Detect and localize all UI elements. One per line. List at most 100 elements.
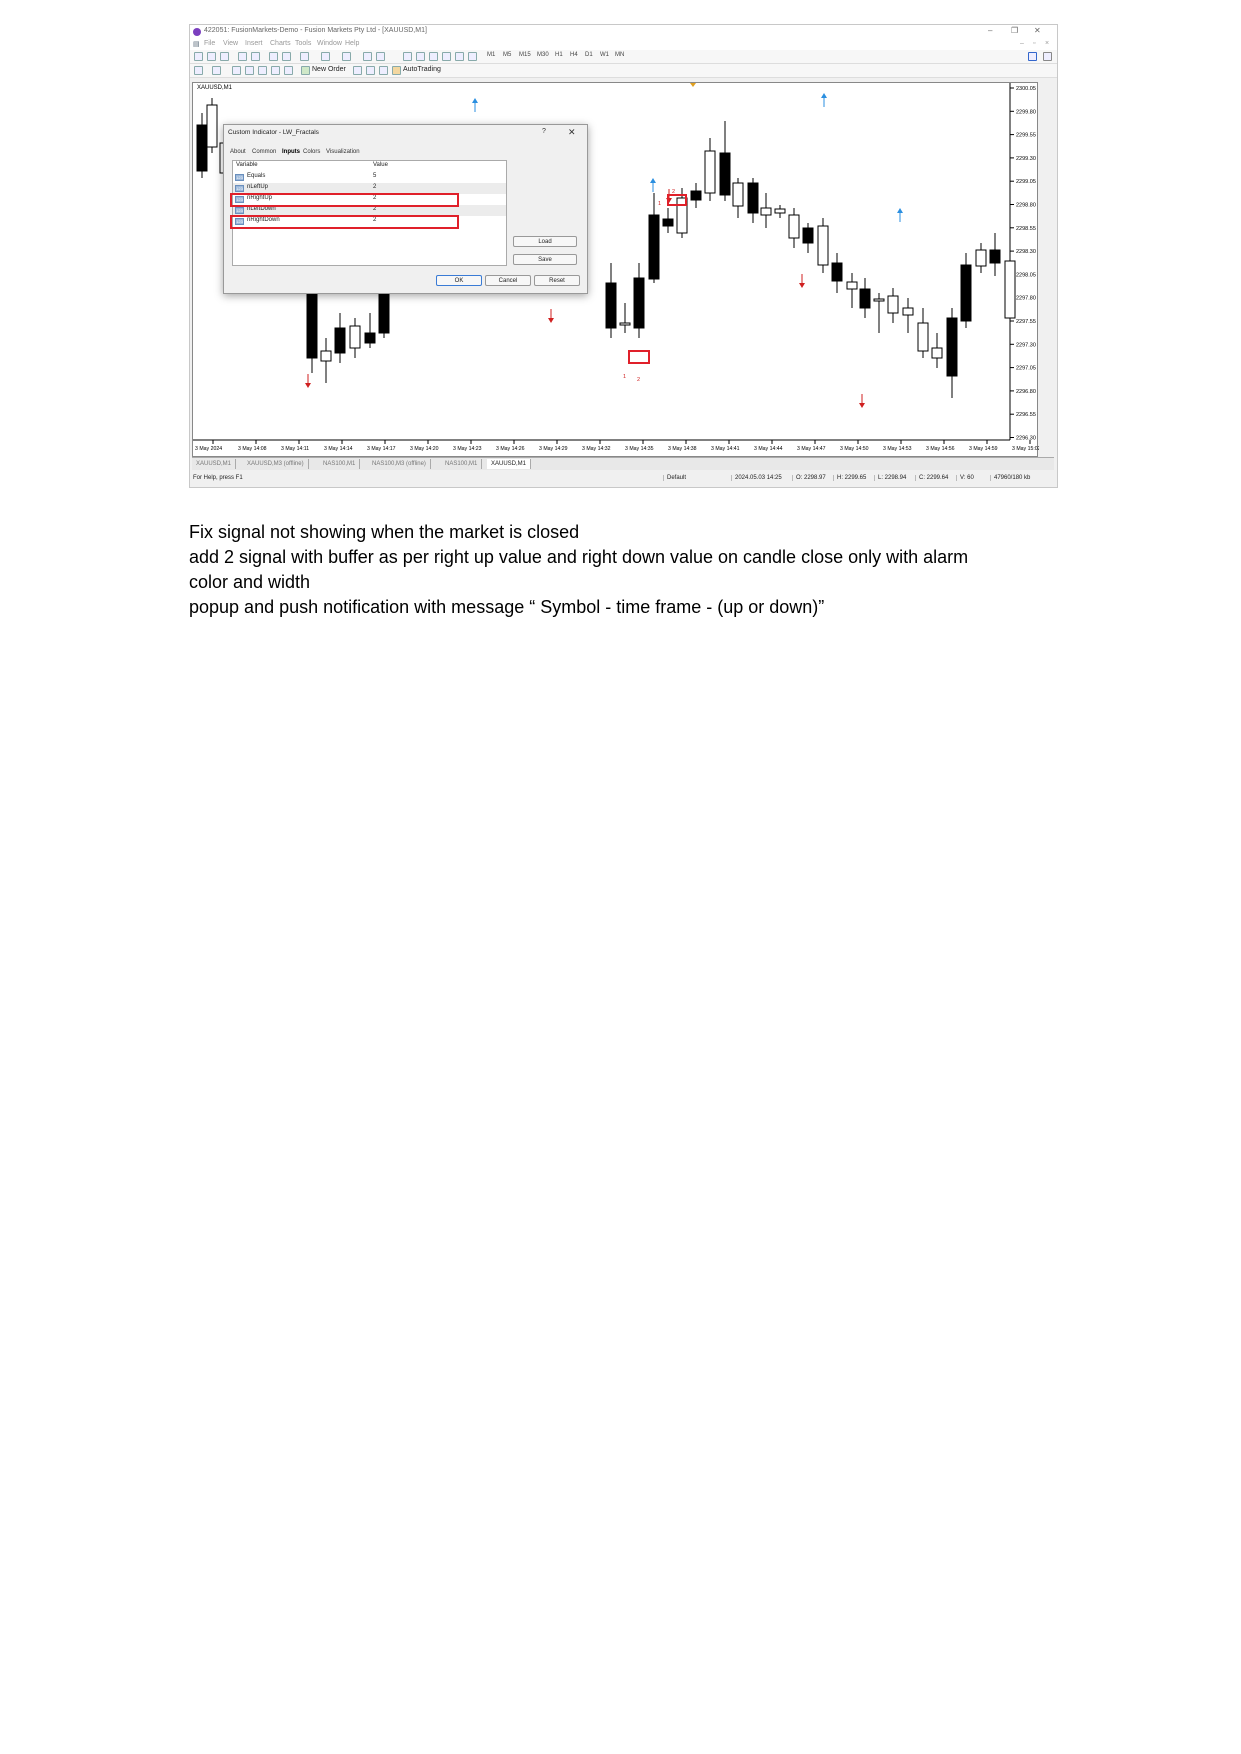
signals-icon[interactable] bbox=[366, 66, 375, 75]
tab-nas100-m1[interactable]: NAS100,M1 bbox=[319, 459, 361, 469]
row-value[interactable]: 2 bbox=[373, 184, 376, 190]
time-label: 3 May 14:20 bbox=[410, 446, 439, 452]
label-icon[interactable] bbox=[468, 52, 477, 61]
tab-xauusd-m1-active[interactable]: XAUUSD,M1 bbox=[487, 459, 532, 469]
tf-m30[interactable]: M30 bbox=[537, 52, 549, 58]
menu-help[interactable]: Help bbox=[345, 40, 359, 47]
menu-view[interactable]: View bbox=[223, 40, 238, 47]
dialog-title: Custom Indicator - LW_Fractals bbox=[228, 129, 319, 136]
fractal-number: 1 bbox=[685, 201, 688, 207]
text-icon[interactable] bbox=[455, 52, 464, 61]
tab-nas100-m3-offline[interactable]: NAS100,M3 (offline) bbox=[368, 459, 431, 469]
row-name: nLeftUp bbox=[247, 184, 269, 190]
cursor-icon[interactable] bbox=[363, 52, 372, 61]
trendline-icon[interactable] bbox=[416, 52, 425, 61]
autotrading-button[interactable]: AutoTrading bbox=[403, 66, 441, 73]
zoom-in-icon[interactable] bbox=[238, 52, 247, 61]
close-icon[interactable]: ✕ bbox=[1034, 26, 1041, 35]
tab-xauusd-m1[interactable]: XAUUSD,M1 bbox=[192, 459, 237, 469]
tf-m15[interactable]: M15 bbox=[519, 52, 531, 58]
indicators-icon[interactable] bbox=[300, 52, 309, 61]
time-label: 3 May 14:23 bbox=[453, 446, 482, 452]
tab-common[interactable]: Common bbox=[252, 149, 276, 155]
search-icon[interactable] bbox=[1028, 52, 1037, 61]
market-watch-icon[interactable] bbox=[232, 66, 241, 75]
minimize-icon[interactable]: – bbox=[988, 26, 992, 35]
candle-body bbox=[975, 249, 987, 267]
tab-xauusd-m3-offline[interactable]: XAUUSD,M3 (offline) bbox=[243, 459, 309, 469]
terminal-icon[interactable] bbox=[271, 66, 280, 75]
menu-tools[interactable]: Tools bbox=[295, 40, 311, 47]
load-button[interactable]: Load bbox=[513, 236, 577, 247]
candle-body bbox=[719, 152, 731, 196]
time-label: 3 May 14:38 bbox=[668, 446, 697, 452]
profiles-icon[interactable] bbox=[212, 66, 221, 75]
tf-d1[interactable]: D1 bbox=[585, 52, 593, 58]
integer-icon: 123 bbox=[235, 185, 244, 192]
grid-row[interactable]: 123 Equals 5 bbox=[233, 172, 506, 183]
periods-icon[interactable] bbox=[321, 52, 330, 61]
data-window-icon[interactable] bbox=[245, 66, 254, 75]
tab-inputs[interactable]: Inputs bbox=[282, 149, 300, 155]
mdi-close-icon[interactable]: × bbox=[1045, 40, 1049, 47]
line-chart-icon[interactable] bbox=[220, 52, 229, 61]
channel-icon[interactable] bbox=[429, 52, 438, 61]
save-button[interactable]: Save bbox=[513, 254, 577, 265]
menu-window[interactable]: Window bbox=[317, 40, 342, 47]
time-label: 3 May 14:59 bbox=[969, 446, 998, 452]
autotrading-icon[interactable] bbox=[392, 66, 401, 75]
metaeditor-icon[interactable] bbox=[353, 66, 362, 75]
fibo-icon[interactable] bbox=[442, 52, 451, 61]
cancel-button[interactable]: Cancel bbox=[485, 275, 531, 286]
candle-body bbox=[605, 282, 617, 329]
tab-visualization[interactable]: Visualization bbox=[326, 149, 360, 155]
tf-h1[interactable]: H1 bbox=[555, 52, 563, 58]
ok-button[interactable]: OK bbox=[436, 275, 482, 286]
status-profile[interactable]: Default bbox=[663, 475, 727, 481]
bar-chart-icon[interactable] bbox=[194, 52, 203, 61]
chat-icon[interactable] bbox=[1043, 52, 1052, 61]
price-label: 2297.30 bbox=[1016, 342, 1036, 348]
hline-icon[interactable] bbox=[403, 52, 412, 61]
tab-colors[interactable]: Colors bbox=[303, 149, 320, 155]
new-order-button[interactable]: New Order bbox=[312, 66, 346, 73]
close-icon[interactable]: ✕ bbox=[568, 127, 576, 138]
dialog-help-button[interactable]: ? bbox=[542, 128, 546, 135]
reset-button[interactable]: Reset bbox=[534, 275, 580, 286]
fractal-number: 1 bbox=[658, 201, 661, 207]
menu-insert[interactable]: Insert bbox=[245, 40, 263, 47]
mdi-restore-icon[interactable]: ▫ bbox=[1033, 40, 1035, 47]
new-order-icon[interactable] bbox=[301, 66, 310, 75]
note-line-1: Fix signal not showing when the market i… bbox=[189, 522, 580, 542]
tf-mn[interactable]: MN bbox=[615, 52, 624, 58]
tf-m1[interactable]: M1 bbox=[487, 52, 495, 58]
status-high: H: 2299.65 bbox=[833, 475, 866, 481]
zoom-out-icon[interactable] bbox=[251, 52, 260, 61]
navigator-icon[interactable] bbox=[258, 66, 267, 75]
templates-icon[interactable] bbox=[342, 52, 351, 61]
autoscroll-icon[interactable] bbox=[282, 52, 291, 61]
candlestick-icon[interactable] bbox=[207, 52, 216, 61]
menu-app-icon[interactable]: ▤ bbox=[193, 40, 200, 48]
grid-header: Variable Value bbox=[233, 161, 506, 172]
new-chart-icon[interactable] bbox=[194, 66, 203, 75]
crosshair-icon[interactable] bbox=[376, 52, 385, 61]
menu-charts[interactable]: Charts bbox=[270, 40, 291, 47]
row-value[interactable]: 5 bbox=[373, 173, 376, 179]
tab-about[interactable]: About bbox=[230, 149, 246, 155]
tile-icon[interactable] bbox=[269, 52, 278, 61]
mdi-minimize-icon[interactable]: – bbox=[1020, 40, 1024, 47]
candle-body bbox=[1004, 260, 1016, 319]
market-icon[interactable] bbox=[379, 66, 388, 75]
note-line-4: popup and push notification with message… bbox=[189, 597, 825, 617]
menu-file[interactable]: File bbox=[204, 40, 215, 47]
status-traffic: 47960/180 kb bbox=[990, 475, 1030, 481]
tf-m5[interactable]: M5 bbox=[503, 52, 511, 58]
price-label: 2298.05 bbox=[1016, 272, 1036, 278]
app-logo-icon bbox=[193, 28, 201, 36]
restore-icon[interactable]: ❐ bbox=[1011, 26, 1018, 35]
tab-nas100-m1-b[interactable]: NAS100,M1 bbox=[441, 459, 483, 469]
tf-w1[interactable]: W1 bbox=[600, 52, 609, 58]
tester-icon[interactable] bbox=[284, 66, 293, 75]
tf-h4[interactable]: H4 bbox=[570, 52, 578, 58]
